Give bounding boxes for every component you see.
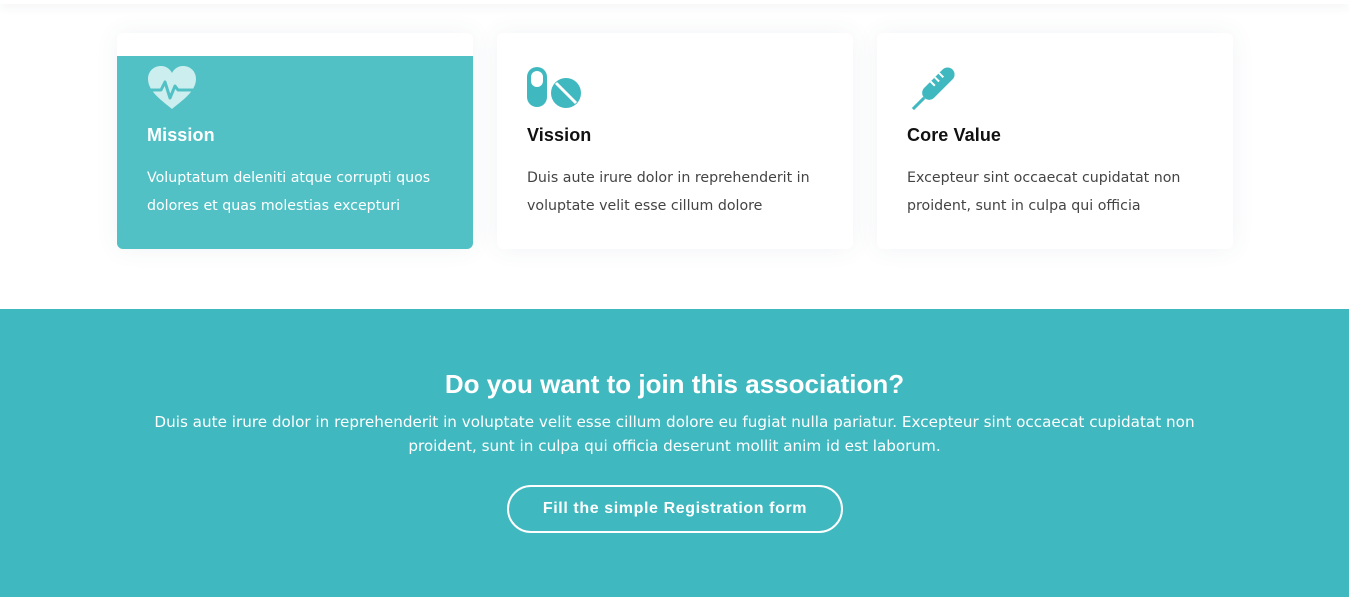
card-description: Excepteur sint occaecat cupidatat non pr… (907, 170, 1181, 214)
card-title: Vission (527, 125, 592, 145)
pills-icon (526, 65, 581, 113)
mission-card[interactable]: Mission Voluptatum deleniti atque corrup… (117, 33, 473, 249)
registration-form-button[interactable]: Fill the simple Registration form (507, 485, 843, 533)
features-section: Mission Voluptatum deleniti atque corrup… (0, 0, 1349, 309)
card-description: Voluptatum deleniti atque corrupti quos … (147, 170, 431, 214)
core-value-card[interactable]: Core Value Excepteur sint occaecat cupid… (877, 33, 1233, 249)
heartbeat-icon (146, 65, 198, 113)
vission-card[interactable]: Vission Duis aute irure dolor in reprehe… (497, 33, 853, 249)
header-shadow (0, 0, 1349, 4)
join-cta-section: Do you want to join this association? Du… (0, 309, 1349, 597)
cta-heading: Do you want to join this association? (444, 369, 905, 399)
card-title: Core Value (907, 125, 1002, 145)
cta-paragraph: Duis aute irure dolor in reprehenderit i… (154, 413, 1195, 455)
card-description: Duis aute irure dolor in reprehenderit i… (527, 170, 810, 214)
card-title: Mission (147, 125, 215, 145)
thermometer-icon (906, 65, 958, 113)
